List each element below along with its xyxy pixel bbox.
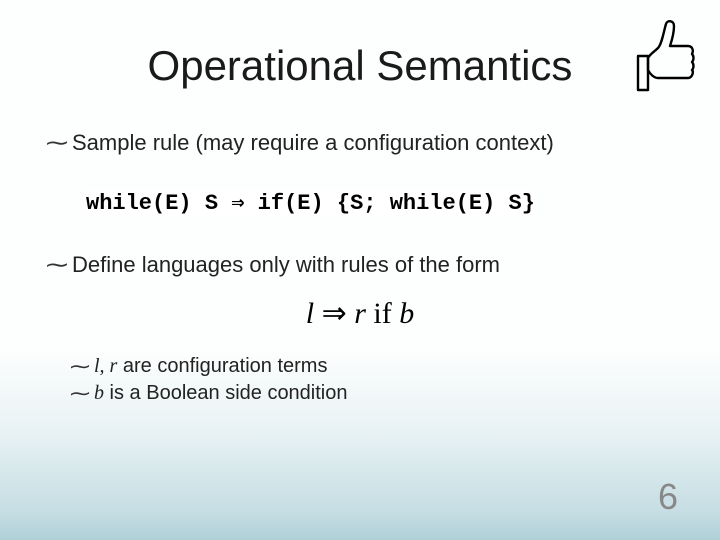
var-l-r: l, r — [94, 355, 117, 377]
inference-formula: l ⇒ r if b — [46, 296, 674, 331]
text-rest: are configuration terms — [117, 355, 327, 377]
text-rest: is a Boolean side condition — [104, 382, 348, 404]
slide-body: ⁓ Sample rule (may require a configurati… — [46, 130, 674, 409]
bullet-text: b is a Boolean side condition — [94, 382, 348, 405]
formula-l: l — [306, 297, 314, 330]
bullet-glyph-icon: ⁓ — [70, 357, 90, 377]
bullet-config-terms: ⁓ l, r are configuration terms — [70, 355, 674, 378]
bullet-text: l, r are configuration terms — [94, 355, 327, 378]
bullet-text: Sample rule (may require a configuration… — [72, 130, 554, 156]
bullet-define-languages: ⁓ Define languages only with rules of th… — [46, 252, 674, 278]
slide: Operational Semantics ⁓ Sample rule (may… — [0, 0, 720, 540]
formula-if: if — [366, 297, 399, 330]
bullet-sample-rule: ⁓ Sample rule (may require a configurati… — [46, 130, 674, 156]
page-number: 6 — [658, 476, 678, 518]
bullet-glyph-icon: ⁓ — [46, 254, 68, 276]
bullet-text: Define languages only with rules of the … — [72, 252, 500, 278]
slide-title: Operational Semantics — [0, 42, 720, 90]
formula-b: b — [399, 297, 414, 330]
var-b: b — [94, 382, 104, 404]
bullet-glyph-icon: ⁓ — [46, 132, 68, 154]
while-rule-code: while(E) S ⇒ if(E) {S; while(E) S} — [86, 190, 535, 216]
formula-r: r — [354, 297, 366, 330]
bullet-glyph-icon: ⁓ — [70, 384, 90, 404]
formula-arrow: ⇒ — [314, 297, 354, 330]
bullet-boolean-cond: ⁓ b is a Boolean side condition — [70, 382, 674, 405]
